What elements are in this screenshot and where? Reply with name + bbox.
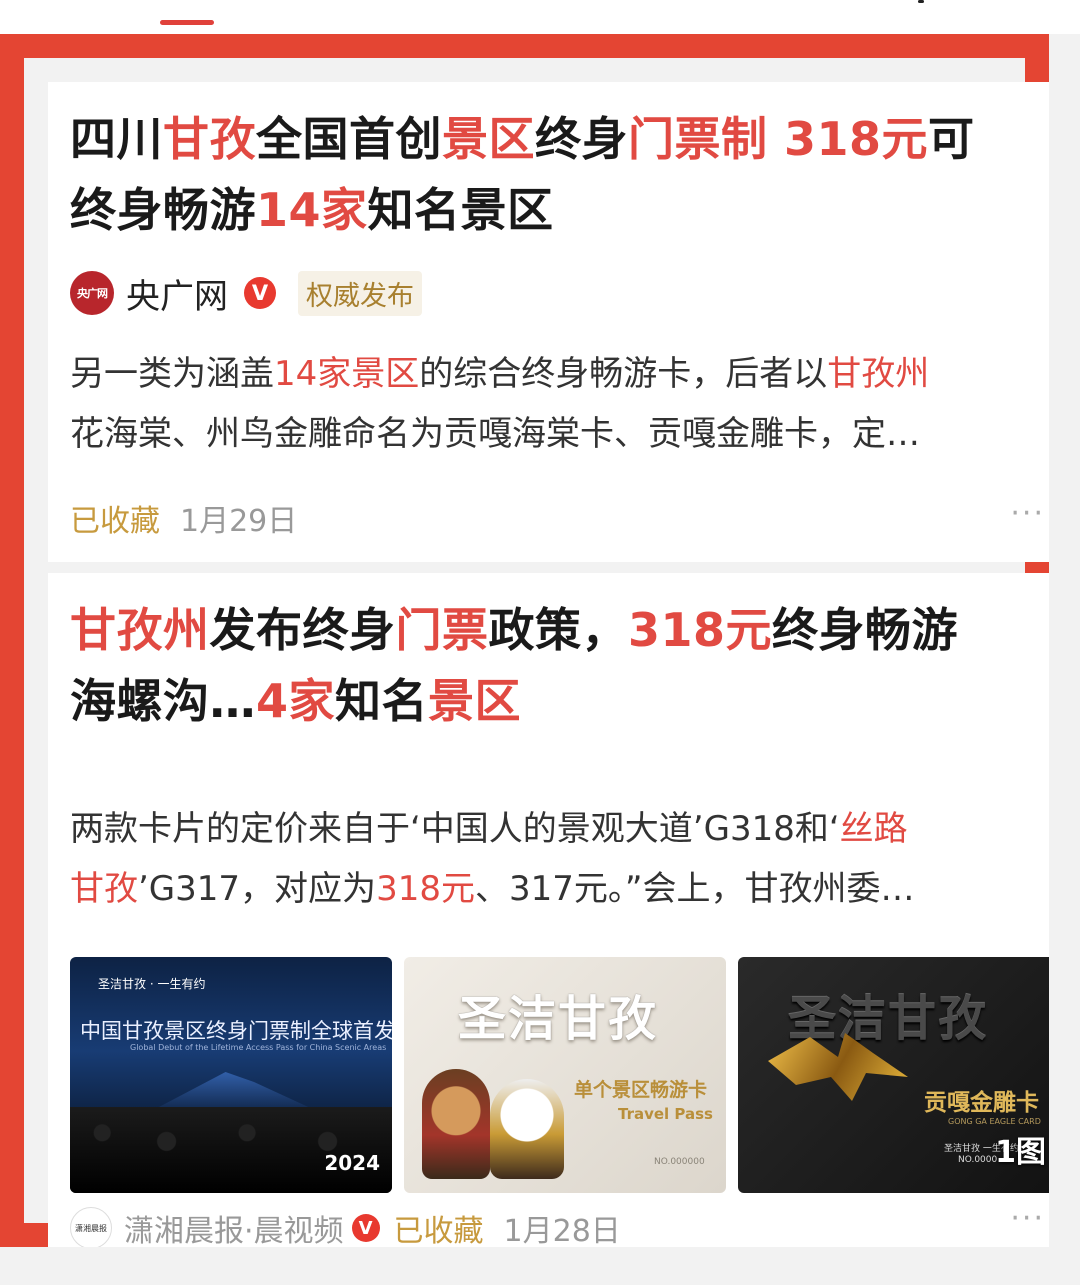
excerpt-line: 花海棠、州鸟金雕命名为贡嘎海棠卡、贡嘎金雕卡，定… [70,404,1049,464]
text-segment: ’G317，对应为 [138,869,377,909]
text-segment: 、317元。”会上，甘孜州委… [474,869,915,909]
eagle-card-number: NO.0000 [958,1155,998,1165]
pass-name: 单个景区畅游卡 [574,1079,708,1101]
text-segment: 发布终身 [209,603,396,657]
highlight-keyword: 丝路 [839,809,908,849]
highlight-keyword: 甘孜州 [827,354,930,394]
highlight-keyword: 甘孜 [70,869,138,909]
thumbnail-travel-pass[interactable]: 圣洁甘孜 单个景区畅游卡 Travel Pass NO.000000 [404,957,726,1193]
excerpt-line: 甘孜’G317，对应为318元、317元。”会上，甘孜州委… [70,859,1049,919]
image-count-badge: 1图 [995,1135,1046,1170]
highlight-keyword: 门票 [395,603,489,657]
title-line: 海螺沟…4家知名景区 [70,666,1037,737]
text-segment: 终身畅游 [772,603,959,657]
title-line: 终身畅游14家知名景区 [70,175,1037,246]
source-avatar[interactable]: 潇湘晨报 [70,1207,112,1247]
pass-english: Travel Pass [618,1105,713,1123]
text-segment: 四川 [70,112,163,166]
title-line: 甘孜州发布终身门票政策，318元终身畅游 [70,595,1037,666]
excerpt-line: 两款卡片的定价来自于‘中国人的景观大道’G318和‘丝路 [70,799,1049,859]
authority-badge: 权威发布 [298,270,422,316]
eagle-card-english: GONG GA EAGLE CARD [948,1117,1041,1126]
news-card[interactable]: 甘孜州发布终身门票政策，318元终身畅游 海螺沟…4家知名景区 两款卡片的定价来… [48,573,1049,1247]
highlight-keyword: 景区 [442,112,535,166]
source-avatar[interactable]: 央广网 [70,271,114,315]
more-options-icon[interactable]: ··· [1010,1201,1045,1236]
text-segment: 终身 [535,112,628,166]
text-segment: 终身畅游 [70,183,256,237]
verified-icon: V [244,277,276,309]
source-name[interactable]: 央广网 [126,269,228,318]
highlight-keyword: 甘孜州 [70,603,210,657]
text-segment: 全国首创 [256,112,442,166]
pass-number: NO.000000 [654,1157,705,1167]
text-segment: 海螺沟… [70,674,256,728]
more-options-icon[interactable]: ··· [1010,496,1045,531]
card-title[interactable]: 甘孜州发布终身门票政策，318元终身畅游 海螺沟…4家知名景区 [70,595,1037,737]
text-segment: 知名景区 [367,183,554,237]
text-segment: 另一类为涵盖 [70,354,274,394]
excerpt-line: 另一类为涵盖14家景区的综合终身畅游卡，后者以甘孜州 [70,344,1049,404]
text-segment: 的综合终身畅游卡，后者以 [419,354,828,394]
card-brand: 圣洁甘孜 [788,991,989,1047]
meta-row: 已收藏 1月29日 [70,496,297,540]
card-excerpt: 另一类为涵盖14家景区的综合终身畅游卡，后者以甘孜州 花海棠、州鸟金雕命名为贡嘎… [70,344,1049,464]
source-row: 央广网 央广网 V 权威发布 [70,268,422,318]
highlight-frame: 四川甘孜全国首创景区终身门票制 318元可 终身畅游14家知名景区 央广网 央广… [0,34,1049,1247]
title-line: 四川甘孜全国首创景区终身门票制 318元可 [70,104,1037,175]
card-title[interactable]: 四川甘孜全国首创景区终身门票制 318元可 终身畅游14家知名景区 [70,104,1037,246]
text-segment: 花海棠、州鸟金雕命名为贡嘎海棠卡、贡嘎金雕卡，定… [70,414,920,454]
highlight-keyword: 门票制 318元 [628,112,929,166]
card-excerpt: 两款卡片的定价来自于‘中国人的景观大道’G318和‘丝路 甘孜’G317，对应为… [70,799,1049,919]
event-headline: 中国甘孜景区终身门票制全球首发 [80,1019,392,1043]
source-row: 潇湘晨报 潇湘晨报·晨视频 V 已收藏 1月28日 [70,1203,621,1247]
thumbnail-event-photo[interactable]: 圣洁甘孜 · 一生有约 中国甘孜景区终身门票制全球首发 Global Debut… [70,957,392,1193]
highlight-keyword: 景区 [428,674,522,728]
highlight-keyword: 4家 [256,674,336,728]
saved-label: 已收藏 [393,1214,484,1247]
source-name[interactable]: 潇湘晨报·晨视频 [124,1206,344,1247]
eagle-card-name: 贡嘎金雕卡 [924,1090,1039,1116]
news-card[interactable]: 四川甘孜全国首创景区终身门票制 318元可 终身畅游14家知名景区 央广网 央广… [48,82,1049,562]
pass-brand: 圣洁甘孜 [458,991,659,1047]
text-segment: 知名 [335,674,429,728]
event-year: 2024 [324,1151,380,1175]
text-segment: 可 [928,112,975,166]
publish-date: 1月29日 [180,504,298,539]
bear-mascot-icon [422,1069,490,1179]
highlight-keyword: 甘孜 [163,112,256,166]
audience-silhouette [70,1107,392,1193]
highlight-keyword: 14家 [256,183,368,237]
highlight-keyword: 318元 [628,603,773,657]
text-segment: 两款卡片的定价来自于‘中国人的景观大道’G318和‘ [70,809,840,849]
top-tab-bar [0,0,1080,34]
event-english: Global Debut of the Lifetime Access Pass… [130,1043,387,1052]
active-tab-indicator [160,20,214,25]
highlight-keyword: 318元 [376,869,475,909]
highlight-keyword: 14家景区 [274,354,420,394]
saved-label: 已收藏 [70,504,160,539]
verified-icon: V [351,1214,380,1242]
top-bar-dot [918,0,924,3]
image-gallery: 圣洁甘孜 · 一生有约 中国甘孜景区终身门票制全球首发 Global Debut… [70,957,1049,1193]
thumbnail-eagle-card[interactable]: 圣洁甘孜 贡嘎金雕卡 GONG GA EAGLE CARD 圣洁甘孜 一生有约 … [738,957,1049,1193]
event-slogan: 圣洁甘孜 · 一生有约 [98,977,206,991]
text-segment: 政策， [488,603,628,657]
leopard-mascot-icon [490,1079,564,1179]
publish-date: 1月28日 [503,1214,621,1247]
